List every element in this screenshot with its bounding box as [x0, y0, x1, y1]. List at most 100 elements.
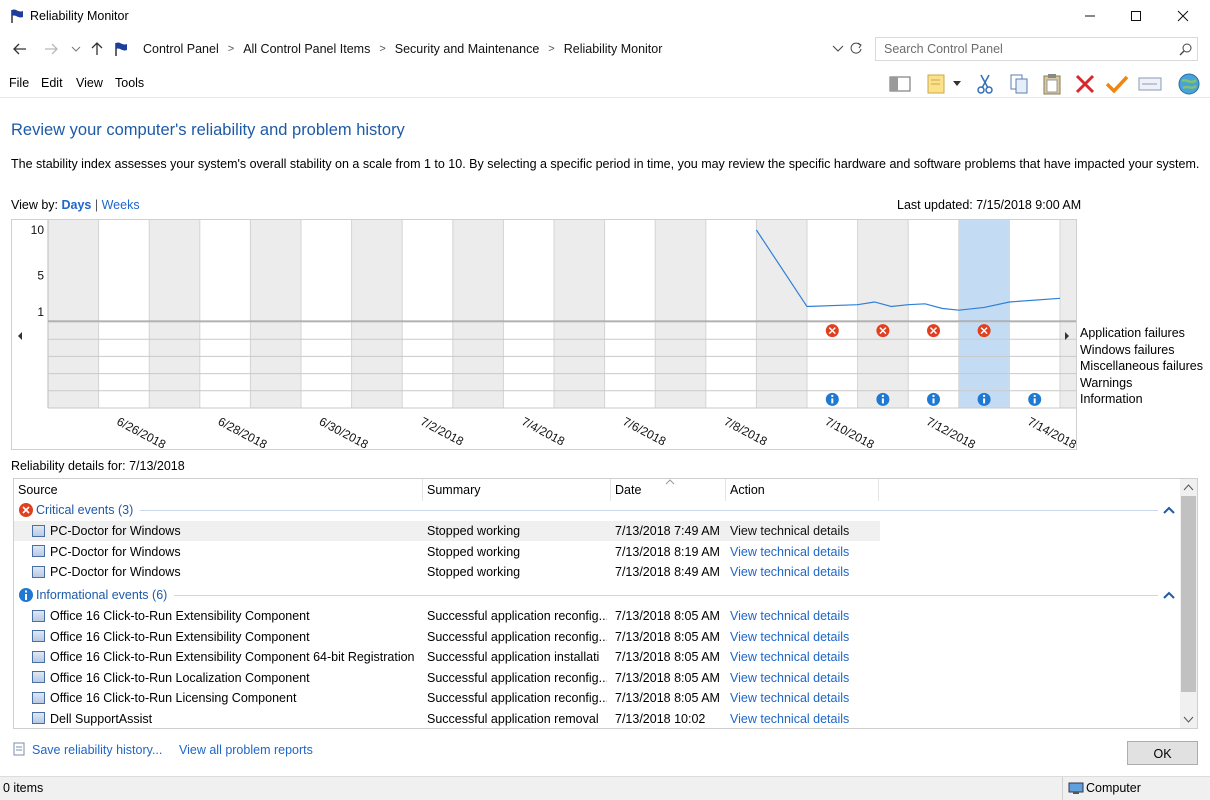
back-button[interactable]: [10, 40, 30, 58]
chart-column[interactable]: [199, 220, 251, 408]
column-header-action[interactable]: Action: [726, 479, 879, 501]
breadcrumb-security[interactable]: Security and Maintenance: [395, 42, 540, 56]
menu-edit[interactable]: Edit: [41, 76, 63, 90]
chart-column[interactable]: [301, 220, 352, 408]
collapse-chevron-icon[interactable]: [1163, 505, 1175, 515]
table-row[interactable]: Office 16 Click-to-Run Extensibility Com…: [14, 647, 1180, 667]
chart-column[interactable]: [149, 220, 200, 408]
globe-button[interactable]: [1175, 70, 1203, 98]
menu-view[interactable]: View: [76, 76, 103, 90]
computer-icon: [1068, 782, 1084, 794]
search-input[interactable]: [882, 41, 1162, 57]
x-tick-label: 7/6/2018: [620, 414, 668, 448]
group-informational[interactable]: Informational events (6): [18, 585, 167, 605]
table-row[interactable]: PC-Doctor for Windows Stopped working 7/13…: [14, 521, 880, 541]
breadcrumb-reliability[interactable]: Reliability Monitor: [564, 42, 663, 56]
ok-button[interactable]: OK: [1127, 741, 1198, 765]
save-history-link[interactable]: Save reliability history...: [32, 743, 162, 757]
chart-column[interactable]: [98, 220, 150, 408]
reliability-chart[interactable]: 10 5 1 6/26/2018 6/28/2018 6/30/2018 7/2/2018 7…: [11, 219, 1077, 450]
view-separator: |: [94, 198, 99, 212]
chart-column[interactable]: [351, 220, 403, 408]
breadcrumb-separator-icon[interactable]: >: [228, 43, 234, 55]
view-technical-details-link[interactable]: View technical details: [730, 647, 880, 667]
scrollbar-thumb[interactable]: [1181, 496, 1196, 692]
breadcrumb-separator-icon[interactable]: >: [548, 43, 554, 55]
view-technical-details-link[interactable]: View technical details: [730, 668, 880, 688]
view-technical-details-link[interactable]: View technical details: [730, 542, 880, 562]
view-days-link[interactable]: Days: [62, 198, 92, 212]
stability-chart-svg[interactable]: 10 5 1 6/26/2018 6/28/2018 6/30/2018 7/2/2018 7…: [12, 220, 1076, 449]
menu-file[interactable]: File: [9, 76, 29, 90]
chart-column[interactable]: [857, 220, 909, 408]
info-dot: [932, 394, 935, 397]
chart-column[interactable]: [402, 220, 453, 408]
table-row[interactable]: Office 16 Click-to-Run Localization Comp…: [14, 668, 1180, 688]
chart-column[interactable]: [503, 220, 554, 408]
group-critical[interactable]: Critical events (3): [18, 500, 133, 520]
up-button[interactable]: [87, 40, 107, 58]
breadcrumb-separator-icon[interactable]: >: [379, 43, 385, 55]
paste-button[interactable]: [1038, 70, 1066, 98]
chart-column[interactable]: [705, 220, 757, 408]
chart-column[interactable]: [452, 220, 504, 408]
breadcrumb-all-items[interactable]: All Control Panel Items: [243, 42, 370, 56]
table-row[interactable]: PC-Doctor for Windows Stopped working 7/13…: [14, 542, 1180, 562]
chart-column[interactable]: [48, 220, 99, 408]
status-divider: [1062, 777, 1063, 800]
chart-scroll-left-icon[interactable]: [18, 332, 22, 340]
view-weeks-link[interactable]: Weeks: [102, 198, 140, 212]
close-button[interactable]: [1160, 0, 1206, 32]
maximize-button[interactable]: [1113, 0, 1159, 32]
details-table[interactable]: Source Summary Date Action Critical even…: [13, 478, 1198, 729]
forward-button[interactable]: [41, 40, 61, 58]
chart-column[interactable]: [250, 220, 301, 408]
search-icon[interactable]: [1179, 43, 1192, 56]
chart-column[interactable]: [554, 220, 605, 408]
note-button[interactable]: [922, 70, 950, 98]
copy-button[interactable]: [1005, 70, 1033, 98]
chart-column[interactable]: [908, 220, 959, 408]
view-technical-details-link[interactable]: View technical details: [730, 562, 880, 582]
layout-button[interactable]: [886, 70, 914, 98]
refresh-button[interactable]: [849, 41, 863, 58]
column-header-summary[interactable]: Summary: [423, 479, 611, 501]
column-header-source[interactable]: Source: [14, 479, 423, 501]
view-technical-details-link[interactable]: View technical details: [730, 709, 880, 729]
view-technical-details-link[interactable]: View technical details: [730, 688, 880, 708]
vertical-scrollbar[interactable]: [1180, 479, 1197, 728]
chart-column[interactable]: [604, 220, 656, 408]
checkmark-button[interactable]: [1103, 70, 1131, 98]
chart-column[interactable]: [1009, 220, 1060, 408]
search-box[interactable]: [875, 37, 1198, 61]
chart-column[interactable]: [1060, 220, 1076, 408]
scroll-up-icon[interactable]: [1183, 483, 1194, 491]
delete-button[interactable]: [1071, 70, 1099, 98]
view-technical-details-link[interactable]: View technical details: [730, 627, 880, 647]
table-row[interactable]: Office 16 Click-to-Run Extensibility Com…: [14, 606, 1180, 626]
cut-button[interactable]: [971, 70, 999, 98]
table-row[interactable]: PC-Doctor for Windows Stopped working 7/13…: [14, 562, 1180, 582]
view-technical-details-link[interactable]: View technical details: [730, 521, 880, 541]
recent-locations-button[interactable]: [66, 40, 86, 58]
collapse-chevron-icon[interactable]: [1163, 590, 1175, 600]
scroll-down-icon[interactable]: [1183, 716, 1194, 724]
chart-column[interactable]: [756, 220, 807, 408]
table-row[interactable]: Dell SupportAssist Successful application…: [14, 709, 1180, 729]
view-technical-details-link[interactable]: View technical details: [730, 606, 880, 626]
table-row[interactable]: Office 16 Click-to-Run Extensibility Com…: [14, 627, 1180, 647]
note-dropdown-button[interactable]: [950, 70, 964, 98]
chart-column[interactable]: [807, 220, 858, 408]
menu-tools[interactable]: Tools: [115, 76, 144, 90]
address-dropdown-button[interactable]: [832, 42, 844, 57]
y-tick-label: 5: [37, 269, 44, 283]
chart-column[interactable]: [655, 220, 706, 408]
view-all-reports-link[interactable]: View all problem reports: [179, 743, 313, 757]
breadcrumb-control-panel[interactable]: Control Panel: [143, 42, 219, 56]
minimize-button[interactable]: [1067, 0, 1113, 32]
row-source: Office 16 Click-to-Run Extensibility Com…: [32, 647, 422, 667]
address-bar[interactable]: Control Panel > All Control Panel Items …: [110, 38, 866, 60]
chart-column[interactable]: [958, 220, 1010, 408]
properties-button[interactable]: [1136, 70, 1164, 98]
table-row[interactable]: Office 16 Click-to-Run Licensing Compone…: [14, 688, 1180, 708]
